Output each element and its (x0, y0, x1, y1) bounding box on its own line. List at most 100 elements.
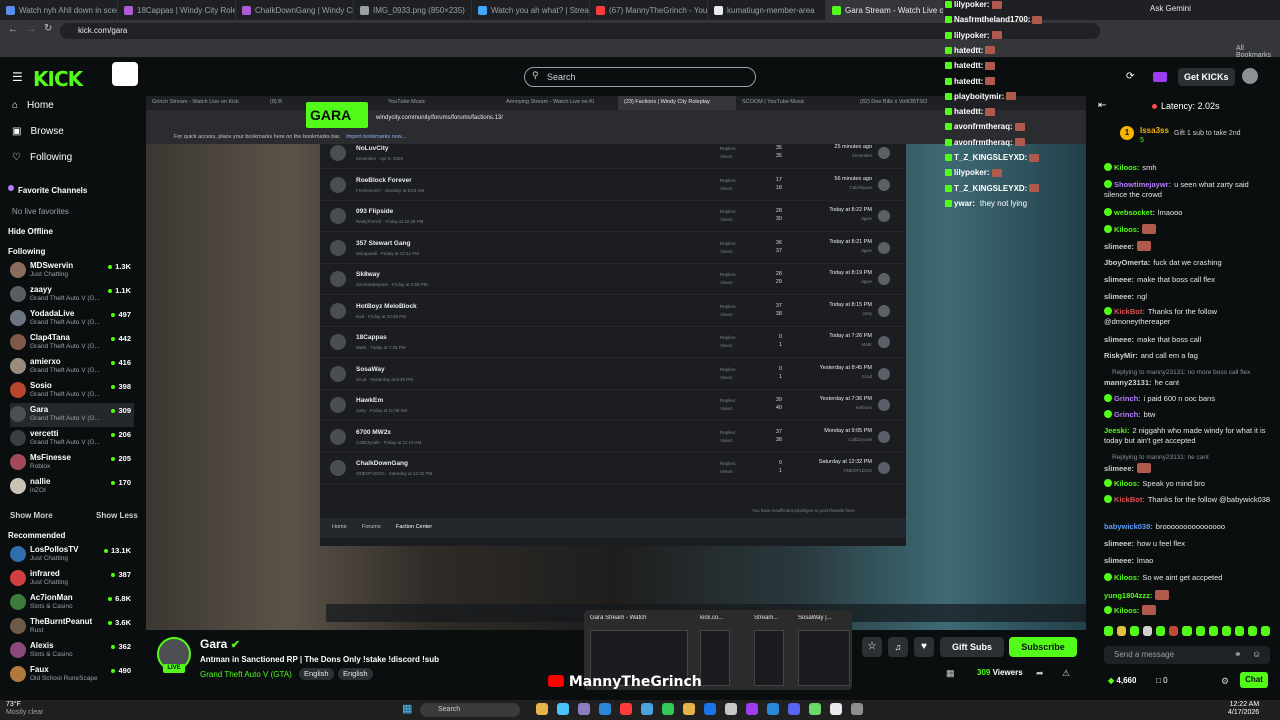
menu-icon[interactable]: ☰ (12, 70, 23, 84)
emote-icon[interactable] (1143, 626, 1153, 636)
taskbar-app-icon[interactable] (683, 703, 695, 715)
taskbar-app-icon[interactable] (746, 703, 758, 715)
taskbar-preview-thumbnail[interactable] (700, 630, 730, 686)
ask-gemini-button[interactable]: Ask Gemini (1150, 4, 1191, 13)
browser-tab[interactable]: kumatiugn-member-area (708, 0, 826, 20)
windows-start-icon[interactable]: ▦ (402, 702, 412, 715)
browser-tab[interactable]: Watch you ah what? | Streamab (472, 0, 590, 20)
chat-username[interactable]: KickBot: (1114, 495, 1145, 504)
chat-username[interactable]: slimeee: (1104, 242, 1134, 251)
chat-send-button[interactable]: Chat (1240, 672, 1268, 688)
browser-tab[interactable]: IMG_0933.png (850×235) (354, 0, 472, 20)
chat-username[interactable]: Jeeski: (1104, 426, 1129, 435)
hide-offline-toggle[interactable]: Hide Offline (8, 227, 53, 236)
taskbar-preview-title[interactable]: kick.co... (700, 615, 758, 621)
taskbar-app-icon[interactable] (641, 703, 653, 715)
sidebar-channel[interactable]: Faux Old School RuneScape 490 (10, 663, 134, 687)
chat-username[interactable]: slimeee: (1104, 275, 1134, 284)
gift-subs-button[interactable]: Gift Subs (940, 637, 1004, 657)
stream-category[interactable]: Grand Theft Auto V (GTA) (200, 670, 292, 679)
taskbar-app-icon[interactable] (557, 703, 569, 715)
chat-username[interactable]: slimeee: (1104, 335, 1134, 344)
emote-icon[interactable] (1130, 626, 1140, 636)
user-avatar[interactable] (1242, 68, 1258, 84)
emote-icon[interactable] (1208, 626, 1218, 636)
chat-username[interactable]: slimeee: (1104, 539, 1134, 548)
chat-username[interactable]: Kiloos: (1114, 573, 1139, 582)
chat-username[interactable]: slimeee: (1104, 464, 1134, 473)
browser-tab[interactable]: 18Cappas | Windy City Roleplay (118, 0, 236, 20)
emote-icon[interactable] (1221, 626, 1231, 636)
show-more-button[interactable]: Show More (10, 511, 53, 520)
taskbar-app-icon[interactable] (599, 703, 611, 715)
browser-tab[interactable]: Watch nyh Ahll down in scene (0, 0, 118, 20)
search-input[interactable]: Search (524, 67, 756, 87)
weather-widget[interactable]: 73°F Mostly clear (6, 701, 43, 717)
emote-icon[interactable] (1104, 626, 1114, 636)
chat-username[interactable]: Grinch: (1114, 394, 1141, 403)
taskbar-preview-title[interactable]: SosaWay |... (798, 615, 856, 621)
sidebar-nav-following[interactable]: ♡ Following (12, 152, 72, 163)
taskbar-app-icon[interactable] (809, 703, 821, 715)
chat-username[interactable]: Kiloos: (1114, 606, 1139, 615)
sidebar-channel[interactable]: MDSwervin Just Chatting 1.3K (10, 259, 134, 283)
emoji-icon[interactable]: ☺ (1252, 649, 1261, 659)
browser-tab[interactable]: ChalkDownGang | Windy City (236, 0, 354, 20)
sidebar-channel[interactable]: amierxo Grand Theft Auto V (G... 416 (10, 355, 134, 379)
bell-icon[interactable]: ♫ (888, 637, 908, 657)
taskbar-app-icon[interactable] (536, 703, 548, 715)
taskbar-app-icon[interactable] (704, 703, 716, 715)
emote-icon[interactable] (1117, 626, 1127, 636)
taskbar-app-icon[interactable] (578, 703, 590, 715)
refresh-icon[interactable]: ⟳ (1126, 71, 1134, 82)
chat-username[interactable]: Kiloos: (1114, 479, 1139, 488)
sidebar-channel[interactable]: Clap4Tana Grand Theft Auto V (G... 442 (10, 331, 134, 355)
chat-username[interactable]: slimeee: (1104, 292, 1134, 301)
emote-icon[interactable] (1260, 626, 1271, 636)
sidebar-channel[interactable]: MsFinesse Roblox 205 (10, 451, 134, 475)
emote-icon[interactable] (1247, 626, 1257, 636)
chat-settings-icon[interactable]: ⚙ (1221, 676, 1229, 687)
chat-username[interactable]: Kiloos: (1114, 163, 1139, 172)
mic-icon[interactable]: ⚭ (1234, 649, 1242, 660)
chat-username[interactable]: manny23131: (1104, 378, 1152, 387)
streamer-name[interactable]: Gara ✔ (200, 637, 240, 651)
emote-icon[interactable] (1169, 626, 1179, 636)
report-icon[interactable]: ⚠ (1062, 668, 1070, 679)
taskbar-app-icon[interactable] (725, 703, 737, 715)
sidebar-channel[interactable]: infrared Just Chatting 387 (10, 567, 134, 591)
taskbar-preview-thumbnail[interactable] (754, 630, 784, 686)
taskbar-search[interactable]: Search (420, 703, 520, 717)
taskbar-app-icon[interactable] (662, 703, 674, 715)
chat-username[interactable]: babywick038: (1104, 522, 1153, 531)
app-icon[interactable] (112, 62, 138, 86)
heart-icon[interactable]: ♥ (914, 637, 934, 657)
chat-username[interactable]: Kiloos: (1114, 225, 1139, 234)
prime-icon[interactable] (1153, 72, 1167, 82)
reload-icon[interactable]: ↻ (44, 23, 52, 34)
sidebar-channel[interactable]: LosPollosTV Just Chatting 13.1K (10, 543, 134, 567)
kick-logo[interactable]: KICK (33, 67, 83, 91)
sidebar-channel[interactable]: nallie inZOI 170 (10, 475, 134, 499)
show-less-button[interactable]: Show Less (96, 511, 138, 520)
sidebar-channel[interactable]: Gara Grand Theft Auto V (G... 309 (10, 403, 134, 427)
taskbar-app-icon[interactable] (830, 703, 842, 715)
browser-tab[interactable]: Gara Stream - Watch Live on Kick (826, 0, 944, 20)
emote-icon[interactable] (1195, 626, 1205, 636)
sidebar-channel[interactable]: Alexis Slots & Casino 362 (10, 639, 134, 663)
emote-icon[interactable] (1156, 626, 1166, 636)
chat-username[interactable]: JboyOmerta: (1104, 258, 1150, 267)
collapse-chat-icon[interactable]: ⇤ (1098, 100, 1106, 111)
subscribe-button[interactable]: Subscribe (1009, 637, 1077, 657)
star-icon[interactable]: ☆ (862, 637, 882, 657)
forward-icon[interactable]: → (26, 24, 36, 35)
sidebar-channel[interactable]: vercetti Grand Theft Auto V (G... 206 (10, 427, 134, 451)
get-kicks-button[interactable]: Get KICKs (1178, 68, 1235, 86)
all-bookmarks[interactable]: All Bookmarks (1236, 45, 1280, 59)
taskbar-app-icon[interactable] (767, 703, 779, 715)
chat-username[interactable]: slimeee: (1104, 556, 1134, 565)
address-bar[interactable]: kick.com/gara (60, 23, 1100, 39)
chat-username[interactable]: KickBot: (1114, 307, 1145, 316)
tag-english-2[interactable]: English (338, 668, 373, 680)
sidebar-channel[interactable]: Ac7ionMan Slots & Casino 6.8K (10, 591, 134, 615)
